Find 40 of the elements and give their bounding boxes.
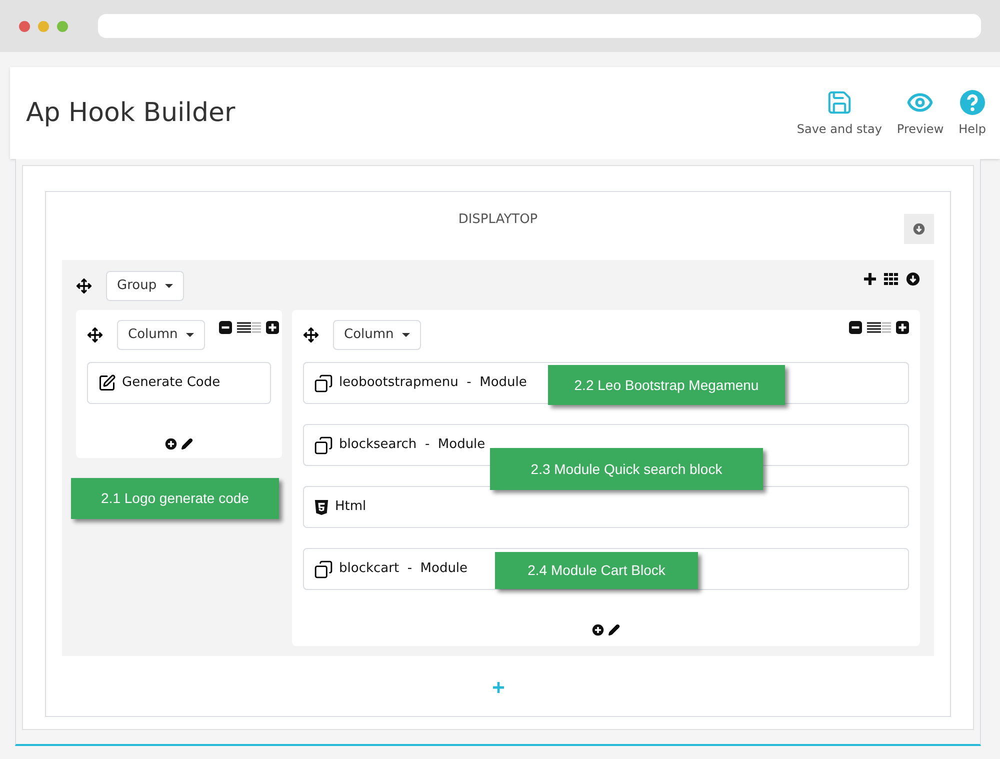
column-dropdown[interactable]: Column	[117, 320, 205, 350]
move-icon[interactable]	[87, 327, 103, 343]
column-width-icon[interactable]	[236, 322, 261, 334]
callout-label: 2.3 Module Quick search block	[490, 448, 763, 490]
html5-icon	[314, 498, 329, 516]
help-icon	[960, 90, 985, 114]
edit-icon[interactable]	[181, 438, 193, 450]
hook-title: DISPLAYTOP	[458, 211, 538, 229]
callout-label: 2.1 Logo generate code	[71, 478, 279, 519]
save-icon	[826, 88, 853, 116]
collapse-button[interactable]	[904, 214, 934, 244]
toolbar-button[interactable]: Help	[958, 88, 986, 138]
column-dropdown[interactable]: Column	[333, 320, 421, 350]
callout-label: 2.4 Module Cart Block	[495, 552, 698, 589]
module-label: blocksearch - Module	[339, 436, 486, 454]
grid-icon[interactable]	[884, 273, 898, 285]
module-label: leobootstrapmenu - Module	[339, 374, 527, 392]
toolbar-button[interactable]: Save and stay	[796, 88, 882, 138]
edit-icon[interactable]	[608, 624, 620, 636]
module-card[interactable]: Generate Code	[87, 362, 271, 404]
group-dropdown[interactable]: Group	[106, 270, 184, 300]
add-icon[interactable]	[165, 438, 177, 450]
copy-icon	[314, 374, 333, 392]
edit-icon	[98, 374, 116, 392]
callout-label: 2.2 Leo Bootstrap Megamenu	[548, 365, 785, 405]
plus-icon[interactable]	[864, 273, 876, 285]
module-label: Generate Code	[122, 374, 220, 392]
minus-icon[interactable]	[218, 321, 232, 334]
move-icon[interactable]	[76, 278, 92, 294]
module-label: Html	[335, 498, 366, 516]
module-label: blockcart - Module	[339, 560, 468, 578]
move-icon[interactable]	[303, 327, 319, 343]
module-card[interactable]: Html	[303, 486, 909, 528]
copy-icon	[314, 436, 333, 454]
page-title: Ap Hook Builder	[26, 96, 236, 130]
minus-icon[interactable]	[849, 321, 862, 334]
toolbar-button[interactable]: Preview	[896, 88, 944, 138]
copy-icon	[314, 560, 333, 578]
add-icon[interactable]	[592, 624, 604, 636]
column-width-icon[interactable]	[867, 322, 891, 334]
